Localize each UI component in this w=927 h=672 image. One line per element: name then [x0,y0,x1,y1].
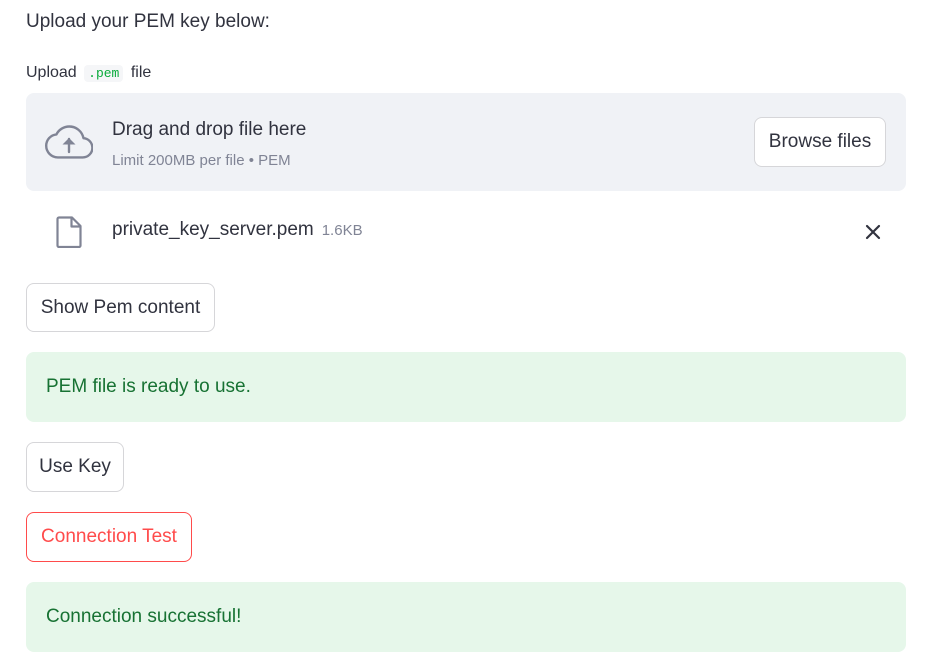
connection-success-alert: Connection successful! [26,582,906,652]
uploader-label-suffix: file [130,64,152,81]
connection-success-text: Connection successful! [46,606,242,627]
browse-files-button[interactable]: Browse files [754,117,886,167]
intro-text: Upload your PEM key below: [26,11,270,32]
close-icon[interactable] [863,222,883,242]
uploader-label-code: .pem [84,65,124,82]
file-size: 1.6KB [321,222,363,239]
pem-ready-alert: PEM file is ready to use. [26,352,906,422]
file-name-text: private_key_server.pem [112,219,314,240]
uploaded-file-row: private_key_server.pem 1.6KB [26,206,906,256]
cloud-upload-icon [45,125,93,159]
file-icon [56,216,82,248]
uploader-label-prefix: Upload [26,64,77,81]
dropzone-subtitle: Limit 200MB per file • PEM [112,152,291,169]
use-key-button[interactable]: Use Key [26,442,124,492]
pem-ready-text: PEM file is ready to use. [46,376,251,397]
show-pem-content-button[interactable]: Show Pem content [26,283,215,332]
uploader-label: Upload .pem file [26,63,151,84]
uploaded-file-name: private_key_server.pem 1.6KB [112,218,363,243]
connection-test-button[interactable]: Connection Test [26,512,192,562]
app-page: Upload your PEM key below: Upload .pem f… [0,0,927,672]
file-dropzone[interactable]: Drag and drop file here Limit 200MB per … [26,93,906,191]
dropzone-title: Drag and drop file here [112,119,307,140]
